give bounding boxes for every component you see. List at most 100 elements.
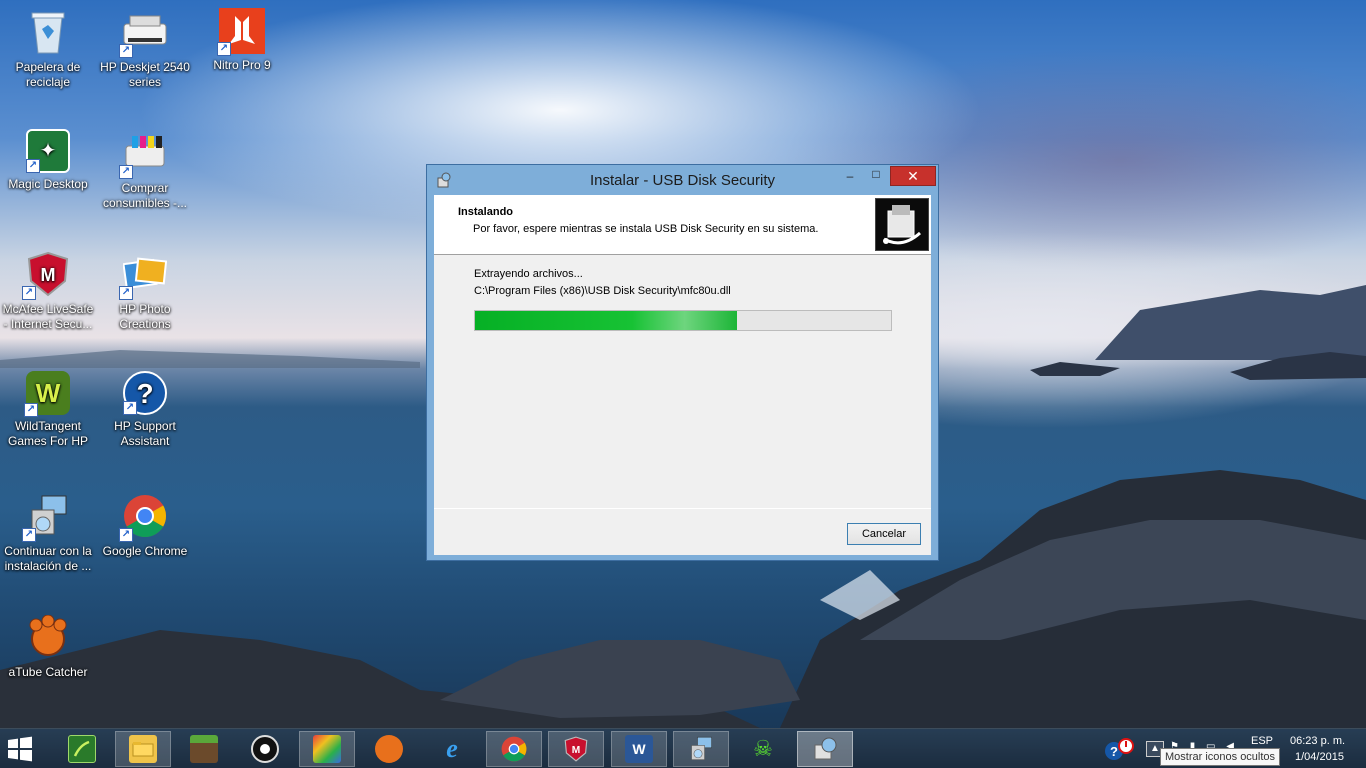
- current-file-path: C:\Program Files (x86)\USB Disk Security…: [474, 285, 731, 297]
- mcafee-icon: M: [562, 735, 590, 763]
- slingplayer-icon: [68, 735, 96, 763]
- show-hidden-icons-tooltip: Mostrar iconos ocultos: [1160, 748, 1281, 766]
- desktop-icon-magic-desktop[interactable]: ✦ ↗ Magic Desktop: [0, 129, 96, 192]
- desktop-icon-label: Magic Desktop: [8, 177, 88, 191]
- recycle-bin-icon: [24, 8, 72, 56]
- wizard-body: Extrayendo archivos... C:\Program Files …: [434, 256, 931, 506]
- desktop-icon-nitro-pro[interactable]: ↗ Nitro Pro 9: [194, 8, 290, 73]
- desktop-icon-label: HP Deskjet 2540: [100, 60, 190, 74]
- taskbar-item-mcafee[interactable]: M: [548, 731, 604, 767]
- minimize-button[interactable]: –: [837, 169, 863, 189]
- taskbar-item-atube-catcher[interactable]: [361, 731, 417, 767]
- game-skull-icon: ☠: [753, 736, 773, 761]
- shortcut-arrow-icon: ↗: [123, 401, 137, 415]
- desktop-icon-label: reciclaje: [25, 75, 70, 89]
- close-button[interactable]: ✕: [890, 166, 936, 186]
- wizard-header: Instalando Por favor, espere mientras se…: [434, 195, 931, 255]
- desktop-icon-wildtangent[interactable]: W ↗ WildTangent Games For HP: [0, 371, 96, 449]
- desktop-icon-label: consumibles -...: [102, 196, 188, 210]
- shortcut-arrow-icon: ↗: [217, 42, 231, 56]
- photo-app-icon: [313, 735, 341, 763]
- taskbar-item-internet-explorer[interactable]: e: [424, 731, 480, 767]
- shortcut-arrow-icon: ↗: [26, 159, 40, 173]
- minecraft-icon: [190, 735, 218, 763]
- desktop-icon-label: WildTangent: [14, 419, 82, 433]
- shortcut-arrow-icon: ↗: [22, 528, 36, 542]
- shortcut-arrow-icon: ↗: [24, 403, 38, 417]
- usb-disk-security-icon: [811, 735, 839, 763]
- cancel-button[interactable]: Cancelar: [847, 523, 921, 545]
- tray-hp-support-icon[interactable]: ?: [1104, 738, 1136, 762]
- desktop-icon-hp-photo-creations[interactable]: ↗ HP Photo Creations: [97, 250, 193, 332]
- desktop-icon-hp-support-assistant[interactable]: ? ↗ HP Support Assistant: [97, 371, 193, 449]
- wizard-page-subtitle: Por favor, espere mientras se instala US…: [473, 223, 819, 235]
- desktop-icon-label: McAfee LiveSafe: [2, 302, 94, 316]
- mcafee-shield-icon: M ↗: [22, 250, 72, 300]
- taskbar-item-photo-app[interactable]: [299, 731, 355, 767]
- taskbar-item-installer[interactable]: [673, 731, 729, 767]
- maximize-button[interactable]: □: [863, 167, 889, 187]
- desktop-icon-label: Papelera de: [15, 60, 81, 74]
- taskbar-item-chrome[interactable]: [486, 731, 542, 767]
- taskbar-item-slingplayer[interactable]: [54, 731, 110, 767]
- svg-text:M: M: [41, 265, 56, 285]
- desktop-icon-label: HP Support: [114, 419, 176, 433]
- shortcut-arrow-icon: ↗: [22, 286, 36, 300]
- usb-disk-security-logo-icon: [875, 198, 929, 251]
- desktop-icon-continuar-instalacion[interactable]: ↗ Continuar con la instalación de ...: [0, 492, 96, 574]
- taskbar-item-usb-disk-security[interactable]: [797, 731, 853, 767]
- svg-text:M: M: [572, 745, 580, 756]
- desktop-icon-label: Assistant: [120, 434, 170, 448]
- taskbar-item-webcam[interactable]: [237, 731, 293, 767]
- shortcut-arrow-icon: ↗: [119, 44, 133, 58]
- desktop-icon-label: - Internet Secu...: [3, 317, 93, 331]
- internet-explorer-icon: e: [446, 734, 458, 763]
- clock-date[interactable]: 1/04/2015: [1295, 751, 1344, 763]
- desktop-icon-label: Games For HP: [7, 434, 88, 448]
- taskbar-item-game[interactable]: ☠: [735, 731, 791, 767]
- desktop-icon-google-chrome[interactable]: ↗ Google Chrome: [97, 492, 193, 559]
- desktop-icon-label: Nitro Pro 9: [213, 58, 271, 72]
- desktop-icon-label: instalación de ...: [4, 559, 92, 573]
- desktop-icon-label: Comprar: [121, 181, 169, 195]
- input-language[interactable]: ESP: [1251, 735, 1273, 747]
- title-bar[interactable]: Instalar - USB Disk Security – □ ✕: [427, 165, 938, 195]
- nitro-pdf-icon: ↗: [217, 8, 265, 56]
- word-icon: W: [625, 735, 653, 763]
- desktop-icon-label: Creations: [119, 317, 171, 331]
- clock-time[interactable]: 06:23 p. m.: [1290, 735, 1345, 747]
- taskbar-item-file-explorer[interactable]: [115, 731, 171, 767]
- desktop-icon-label: series: [128, 75, 161, 89]
- taskbar-item-minecraft[interactable]: [176, 731, 232, 767]
- shortcut-arrow-icon: ↗: [119, 286, 133, 300]
- desktop-icon-hp-deskjet[interactable]: ↗ HP Deskjet 2540 series: [97, 8, 193, 90]
- atube-catcher-icon: [24, 613, 72, 661]
- taskbar-item-word[interactable]: W: [611, 731, 667, 767]
- printer-ink-icon: ↗: [119, 129, 169, 179]
- printer-icon: ↗: [119, 8, 169, 58]
- installer-icon: [687, 735, 715, 763]
- chrome-icon: ↗: [119, 492, 169, 542]
- start-button[interactable]: [6, 735, 46, 765]
- desktop-icon-atube-catcher[interactable]: aTube Catcher: [0, 613, 96, 680]
- desktop-icon-mcafee-livesafe[interactable]: M ↗ McAfee LiveSafe - Internet Secu...: [0, 250, 96, 332]
- shortcut-arrow-icon: ↗: [119, 165, 133, 179]
- status-text: Extrayendo archivos...: [474, 268, 583, 280]
- desktop-icon-label: HP Photo: [119, 302, 171, 316]
- photo-creations-icon: ↗: [119, 250, 169, 300]
- progress-bar-fill: [475, 311, 738, 330]
- help-question-icon: ? ↗: [123, 371, 167, 415]
- magic-desktop-icon: ✦ ↗: [26, 129, 70, 173]
- wildtangent-icon: W ↗: [24, 371, 70, 417]
- desktop-icon-label: aTube Catcher: [8, 665, 88, 679]
- wizard-page-title: Instalando: [458, 206, 514, 218]
- dialog-client-area: Instalando Por favor, espere mientras se…: [434, 195, 931, 555]
- chrome-icon: [500, 735, 528, 763]
- desktop-icon-label: Google Chrome: [102, 544, 188, 558]
- footer-divider: [434, 508, 931, 509]
- svg-text:?: ?: [1110, 744, 1118, 759]
- shortcut-arrow-icon: ↗: [119, 528, 133, 542]
- desktop-icon-comprar-consumibles[interactable]: ↗ Comprar consumibles -...: [97, 129, 193, 211]
- installer-window: Instalar - USB Disk Security – □ ✕ Insta…: [426, 164, 939, 561]
- desktop-icon-recycle-bin[interactable]: Papelera de reciclaje: [0, 8, 96, 90]
